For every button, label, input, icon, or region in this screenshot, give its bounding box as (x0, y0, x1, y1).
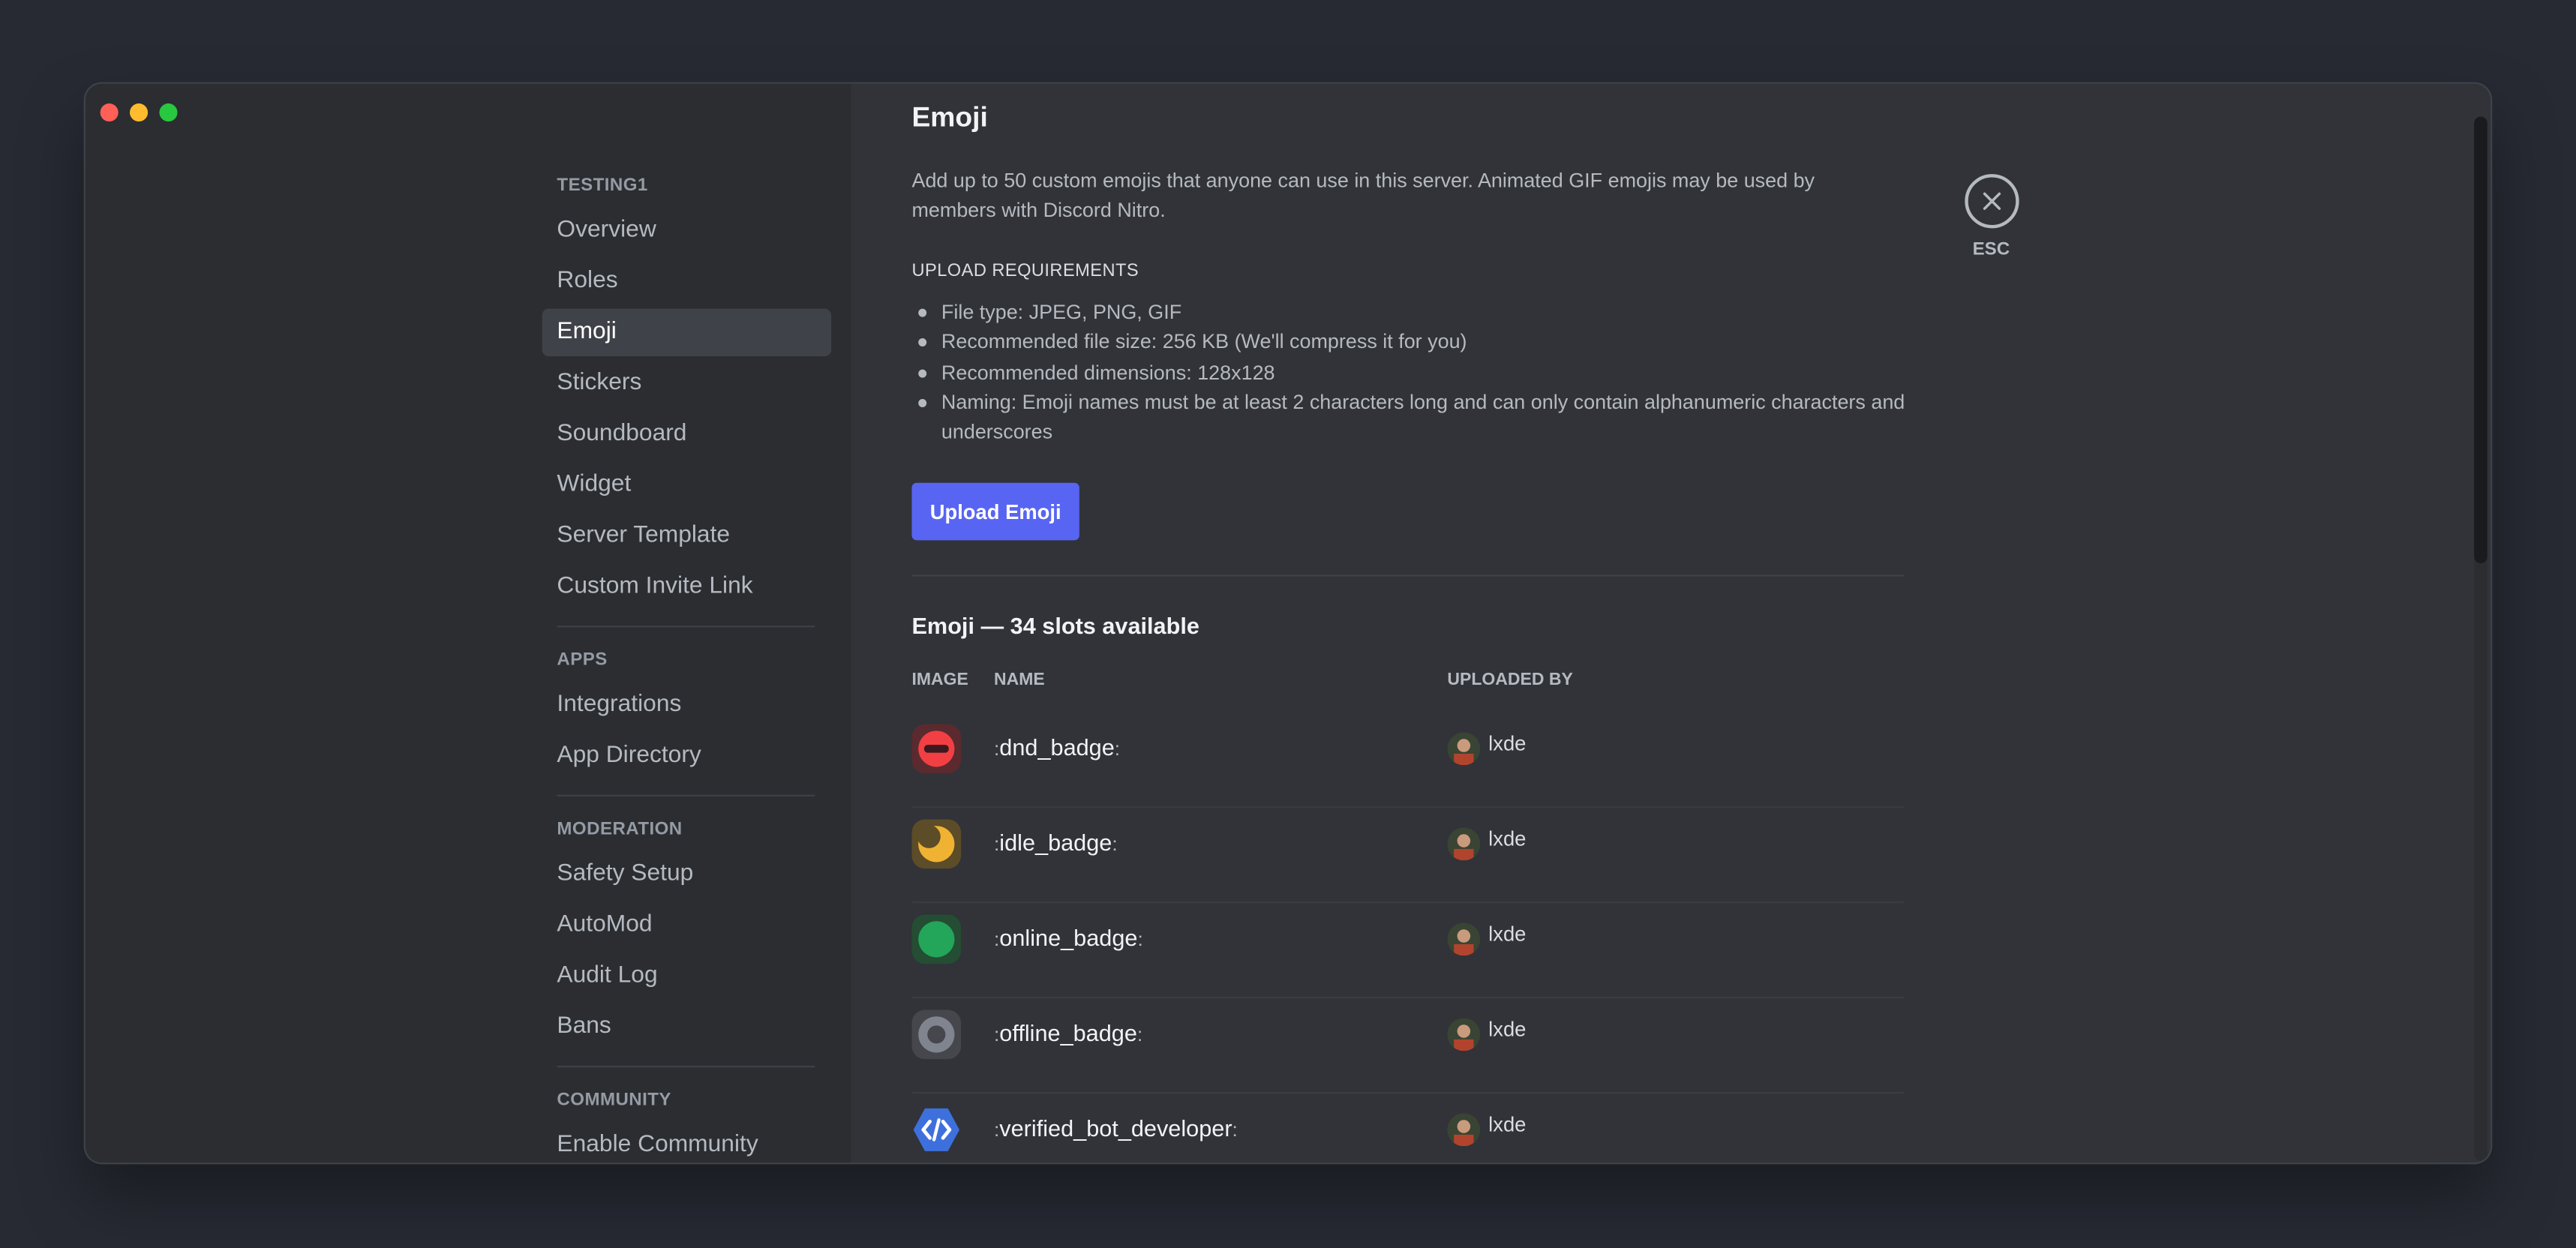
nav-header-apps: APPS (557, 650, 608, 670)
section-divider (911, 574, 1905, 577)
uploader-name: lxde (1488, 732, 1527, 756)
requirements-list: File type: JPEG, PNG, GIF Recommended fi… (911, 297, 1914, 447)
close-icon (1982, 192, 2000, 210)
intro-text: Add up to 50 custom emojis that anyone c… (911, 169, 1815, 222)
requirement-item: Recommended dimensions: 128x128 (911, 357, 1914, 387)
idle-badge-icon (911, 819, 962, 869)
column-header-name: NAME (993, 670, 1045, 690)
offline-badge-icon (911, 1010, 962, 1060)
nav-separator (557, 626, 815, 628)
nav-item-enable-community[interactable]: Enable Community (542, 1121, 831, 1162)
avatar (1447, 922, 1481, 956)
nav-item-custom-invite-link[interactable]: Custom Invite Link (542, 563, 831, 610)
emoji-name[interactable]: :dnd_badge: (994, 734, 1120, 760)
close-settings[interactable]: ESC (1962, 174, 2021, 260)
settings-window: TESTING1 Overview Roles Emoji Stickers S… (85, 83, 2491, 1163)
uploader-name: lxde (1488, 1018, 1527, 1042)
nav-item-soundboard[interactable]: Soundboard (542, 410, 831, 458)
sidebar: TESTING1 Overview Roles Emoji Stickers S… (85, 83, 851, 1163)
scrollbar-thumb[interactable] (2474, 116, 2487, 563)
requirement-item: Naming: Emoji names must be at least 2 c… (911, 387, 1914, 447)
nav-separator (557, 1065, 815, 1068)
emoji-name[interactable]: :online_badge: (994, 925, 1143, 951)
page-title: Emoji (911, 101, 988, 134)
online-badge-icon (911, 914, 962, 964)
nav-item-bans[interactable]: Bans (542, 1004, 831, 1051)
nav-item-overview[interactable]: Overview (542, 207, 831, 254)
emoji-row[interactable]: :verified_bot_developer: lxde (911, 1094, 1904, 1162)
column-header-uploaded-by: UPLOADED BY (1447, 670, 1573, 690)
close-button[interactable] (1964, 174, 2019, 229)
nav-header-server: TESTING1 (557, 176, 648, 196)
nav-separator (557, 794, 815, 796)
emoji-row[interactable]: :online_badge: lxde (911, 903, 1905, 999)
requirement-item: File type: JPEG, PNG, GIF (911, 297, 1914, 327)
nav-header-community: COMMUNITY (557, 1090, 671, 1111)
avatar (1447, 1018, 1481, 1052)
nav-item-integrations[interactable]: Integrations (542, 682, 831, 729)
verified-bot-developer-icon (913, 1108, 959, 1151)
column-header-image: IMAGE (911, 670, 968, 690)
uploader-name: lxde (1488, 827, 1527, 851)
uploader-name: lxde (1488, 922, 1527, 946)
uploader-name: lxde (1488, 1113, 1527, 1137)
window-close-button[interactable] (100, 103, 119, 122)
window-minimize-button[interactable] (130, 103, 149, 122)
nav-item-app-directory[interactable]: App Directory (542, 733, 831, 780)
nav-item-automod[interactable]: AutoMod (542, 902, 831, 949)
nav-item-roles[interactable]: Roles (542, 258, 831, 305)
emoji-row[interactable]: :idle_badge: lxde (911, 808, 1905, 904)
nav-item-widget[interactable]: Widget (542, 461, 831, 508)
emoji-slots-title: Emoji — 34 slots available (911, 612, 1199, 639)
nav-item-audit-log[interactable]: Audit Log (542, 952, 831, 1000)
emoji-name[interactable]: :idle_badge: (994, 830, 1118, 856)
emoji-row[interactable]: :offline_badge: lxde (911, 998, 1905, 1094)
upload-emoji-button[interactable]: Upload Emoji (911, 482, 1079, 541)
window-maximize-button[interactable] (159, 103, 178, 122)
nav-item-safety-setup[interactable]: Safety Setup (542, 850, 831, 898)
requirement-item: Recommended file size: 256 KB (We'll com… (911, 327, 1914, 357)
requirements-title: UPLOAD REQUIREMENTS (911, 261, 1139, 281)
nav-item-stickers[interactable]: Stickers (542, 359, 831, 406)
scrollbar[interactable] (2474, 116, 2487, 1161)
nav-item-emoji[interactable]: Emoji (542, 308, 832, 357)
nav-header-moderation: MODERATION (557, 819, 683, 839)
esc-label: ESC (1972, 239, 2010, 260)
avatar (1447, 827, 1481, 861)
emoji-row[interactable]: :dnd_badge: lxde (911, 712, 1905, 808)
avatar (1447, 732, 1481, 766)
emoji-name[interactable]: :offline_badge: (994, 1020, 1142, 1046)
nav-item-server-template[interactable]: Server Template (542, 512, 831, 560)
avatar (1447, 1113, 1481, 1147)
emoji-settings-content: Emoji Add up to 50 custom emojis that an… (851, 84, 2490, 1162)
dnd-badge-icon (911, 724, 962, 774)
emoji-name[interactable]: :verified_bot_developer: (994, 1115, 1238, 1142)
